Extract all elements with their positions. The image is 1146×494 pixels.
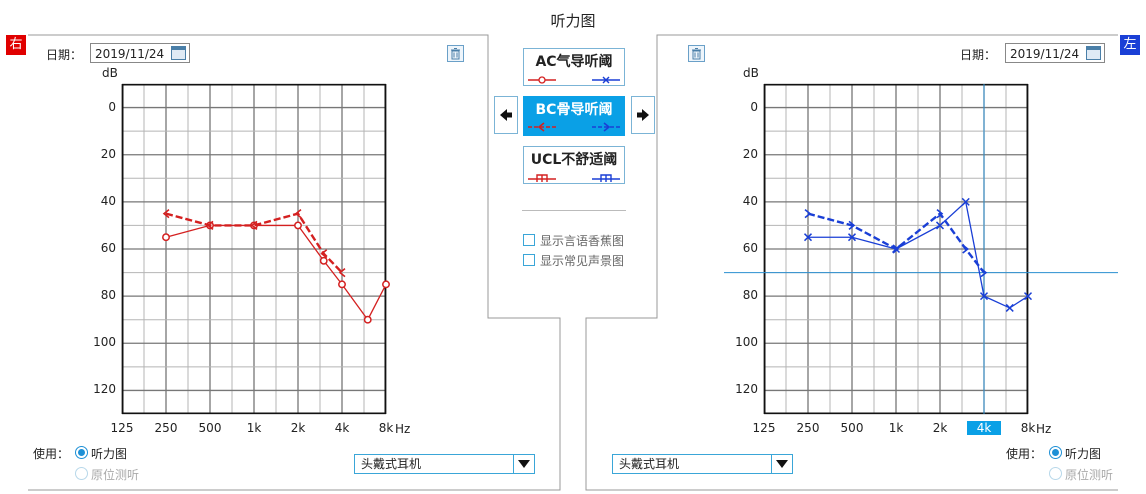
left-y-tick-label: 80 (742, 288, 758, 303)
right-radio-audiogram-label: 听力图 (91, 447, 128, 461)
calendar-icon[interactable] (171, 46, 186, 60)
right-transducer-select[interactable]: 头戴式耳机 (354, 454, 535, 474)
ac-point (382, 280, 390, 289)
chevron-down-icon (771, 455, 792, 473)
left-use-label: 使用： (1006, 447, 1043, 461)
left-delete-button[interactable] (688, 45, 705, 62)
left-transducer-value: 头戴式耳机 (619, 457, 680, 471)
left-y-tick-label: 40 (742, 193, 758, 208)
ac-legend-symbols (528, 76, 620, 84)
right-y-tick-label: 100 (93, 335, 116, 350)
left-y-tick-label: 100 (735, 335, 758, 350)
left-date-field[interactable]: 2019/11/24 (1005, 43, 1105, 63)
right-y-tick-label: 60 (100, 241, 116, 255)
left-radio-insitu-label: 原位测听 (1065, 468, 1114, 482)
ucl-threshold-button[interactable]: UCL不舒适阈 (523, 146, 625, 184)
ucl-threshold-label: UCL不舒适阈 (530, 152, 618, 168)
right-x-tick-label: 2k (290, 421, 306, 435)
left-date-label: 日期： (960, 48, 997, 62)
arrow-right-icon (637, 109, 649, 121)
right-y-tick-label: 20 (100, 146, 116, 161)
right-delete-button[interactable] (447, 45, 464, 62)
trash-icon (692, 48, 701, 60)
right-y-tick-label: 40 (100, 193, 116, 208)
right-x-tick-label: 500 (198, 421, 222, 435)
left-y-unit: dB (743, 66, 759, 80)
familiar-sounds-label: 显示常见声景图 (540, 254, 625, 268)
right-x-tick-label: 250 (154, 421, 178, 435)
prev-button[interactable] (494, 96, 518, 134)
left-radio-audiogram[interactable] (1049, 446, 1062, 459)
speech-banana-label: 显示言语香蕉图 (540, 234, 625, 248)
arrow-left-icon (500, 109, 512, 121)
left-y-tick-label: 120 (735, 382, 758, 397)
left-audiogram-chart[interactable] (724, 83, 1118, 415)
right-radio-audiogram[interactable] (75, 446, 88, 459)
left-x-tick-label[interactable]: 4k (967, 421, 1001, 435)
left-x-tick-label: 500 (840, 421, 864, 435)
left-ear-badge: 左 (1120, 35, 1140, 55)
right-ear-badge: 右 (6, 35, 26, 55)
right-x-tick-label: 1k (246, 421, 262, 435)
chevron-down-icon (513, 455, 534, 473)
right-use-label: 使用： (33, 447, 70, 461)
left-transducer-select[interactable]: 头戴式耳机 (612, 454, 793, 474)
right-radio-insitu-label: 原位测听 (91, 468, 140, 482)
left-y-tick-label: 0 (750, 99, 758, 114)
right-x-tick-label: 4k (334, 421, 350, 435)
ac-point (294, 221, 302, 230)
left-x-unit: Hz (1036, 422, 1052, 436)
bc-threshold-label: BC骨导听阈 (535, 102, 613, 118)
next-button[interactable] (631, 96, 655, 134)
trash-icon (451, 48, 460, 60)
left-date-value: 2019/11/24 (1010, 47, 1080, 61)
familiar-sounds-checkbox[interactable] (523, 254, 535, 266)
ac-threshold-label: AC气导听阈 (535, 54, 613, 70)
left-radio-insitu[interactable] (1049, 467, 1062, 480)
right-x-tick-label: 125 (110, 421, 134, 435)
right-y-tick-label: 80 (100, 288, 116, 303)
left-x-tick-label: 250 (796, 421, 820, 435)
right-transducer-value: 头戴式耳机 (361, 457, 422, 471)
right-x-unit: Hz (395, 422, 411, 436)
ac-point (338, 280, 346, 289)
left-x-tick-label: 1k (888, 421, 904, 435)
bc-legend-symbols (528, 122, 620, 132)
ucl-legend-symbols (528, 174, 620, 182)
right-y-tick-label: 0 (108, 99, 116, 114)
right-y-unit: dB (102, 66, 118, 80)
right-radio-insitu[interactable] (75, 467, 88, 480)
bc-threshold-button[interactable]: BC骨导听阈 (523, 96, 625, 136)
speech-banana-checkbox[interactable] (523, 234, 535, 246)
right-date-label: 日期： (46, 48, 83, 62)
ac-threshold-button[interactable]: AC气导听阈 (523, 48, 625, 86)
right-date-field[interactable]: 2019/11/24 (90, 43, 190, 63)
right-date-value: 2019/11/24 (95, 47, 165, 61)
right-audiogram-chart[interactable] (121, 83, 390, 415)
ac-point (363, 315, 372, 324)
left-y-tick-label: 60 (742, 241, 758, 255)
left-radio-audiogram-label: 听力图 (1065, 447, 1102, 461)
ac-point (319, 256, 328, 265)
calendar-icon[interactable] (1086, 46, 1101, 60)
left-x-tick-label: 2k (932, 421, 948, 435)
ac-point (162, 233, 170, 242)
center-divider (522, 210, 626, 211)
left-y-tick-label: 20 (742, 146, 758, 161)
left-x-tick-label: 125 (752, 421, 776, 435)
page-title: 听力图 (550, 12, 596, 30)
right-y-tick-label: 120 (93, 382, 116, 397)
